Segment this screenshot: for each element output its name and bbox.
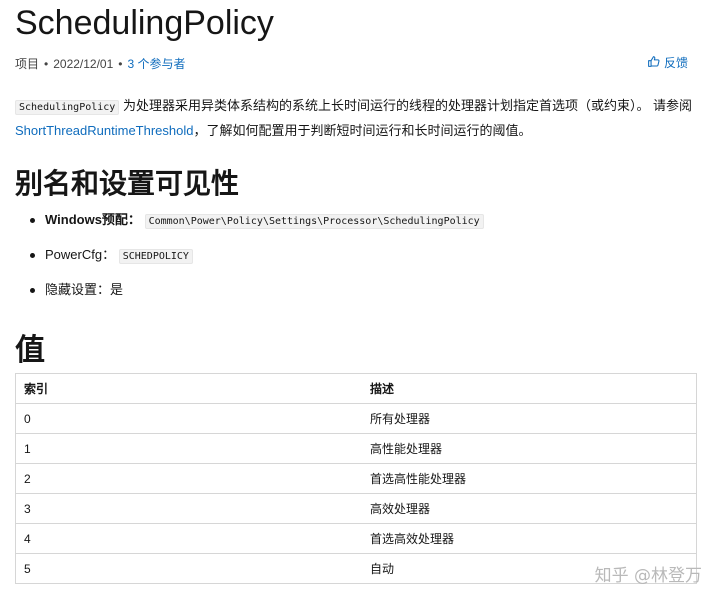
values-table: 索引 描述 0 所有处理器 1 高性能处理器 2 首选高性能处理器 3 高效处理器 4首… [15, 373, 697, 584]
description-paragraph: SchedulingPolicy 为处理器采用异类体系结构的系统上长时间运行的线… [15, 94, 698, 142]
table-header-row: 索引 描述 [15, 373, 697, 404]
feedback-button[interactable]: 反馈 [647, 54, 688, 71]
table-row: 3 高效处理器 [15, 493, 697, 524]
item-label: Windows预配： [45, 212, 141, 227]
thumbs-up-icon [647, 55, 660, 71]
separator-dot: • [118, 57, 123, 71]
article-date: 2022/12/01 [53, 57, 114, 71]
list-item: 隐藏设置：是 [15, 276, 698, 311]
column-header: 索引 [15, 373, 362, 404]
watermark: 知乎 @林登万 [594, 566, 702, 586]
index-cell: 1 [15, 433, 362, 464]
index-cell: 4 [15, 523, 362, 554]
threshold-link[interactable]: ShortThreadRuntimeThreshold [15, 123, 193, 138]
alias-list: Windows预配： Common\Power\Policy\Settings\… [15, 206, 698, 311]
column-header: 描述 [362, 373, 697, 404]
bullet-icon [30, 253, 35, 258]
page-title: SchedulingPolicy [15, 4, 274, 42]
description-text: 为处理器采用异类体系结构的系统上长时间运行的线程的处理器计划指定首选项（或约束）… [119, 98, 693, 113]
description-cell: 首选高效处理器 [362, 523, 697, 554]
article-meta: 项目 • 2022/12/01 • 3 个参与者 [15, 55, 186, 72]
list-item: PowerCfg： SCHEDPOLICY [15, 241, 698, 276]
item-code: SCHEDPOLICY [118, 249, 193, 264]
item-label: 隐藏设置：是 [45, 282, 124, 297]
item-code: Common\Power\Policy\Settings\Processor\S… [144, 214, 484, 229]
description-cell: 首选高性能处理器 [362, 463, 697, 494]
index-cell: 0 [15, 403, 362, 434]
separator-dot: • [44, 57, 49, 71]
values-heading: 值 [15, 334, 45, 367]
description-cell: 高效处理器 [362, 493, 697, 524]
table-row: 1 高性能处理器 [15, 433, 697, 464]
description-cell: 所有处理器 [362, 403, 697, 434]
alias-heading: 别名和设置可见性 [15, 168, 240, 199]
index-cell: 2 [15, 463, 362, 494]
article-type: 项目 [15, 57, 40, 71]
contributors-link[interactable]: 3 个参与者 [127, 57, 185, 71]
table-row: 4 首选高效处理器 [15, 523, 697, 554]
item-label: PowerCfg： [45, 247, 116, 262]
table-row: 2 首选高性能处理器 [15, 463, 697, 494]
bullet-icon [30, 288, 35, 293]
description-text: ，了解如何配置用于判断短时间运行和长时间运行的阈值。 [193, 123, 532, 138]
description-cell: 高性能处理器 [362, 433, 697, 464]
index-cell: 3 [15, 493, 362, 524]
feedback-label: 反馈 [663, 56, 688, 70]
list-item: Windows预配： Common\Power\Policy\Settings\… [15, 206, 698, 241]
index-cell: 5 [15, 553, 362, 584]
table-row: 0 所有处理器 [15, 403, 697, 434]
inline-code: SchedulingPolicy [15, 100, 120, 115]
bullet-icon [30, 218, 35, 223]
